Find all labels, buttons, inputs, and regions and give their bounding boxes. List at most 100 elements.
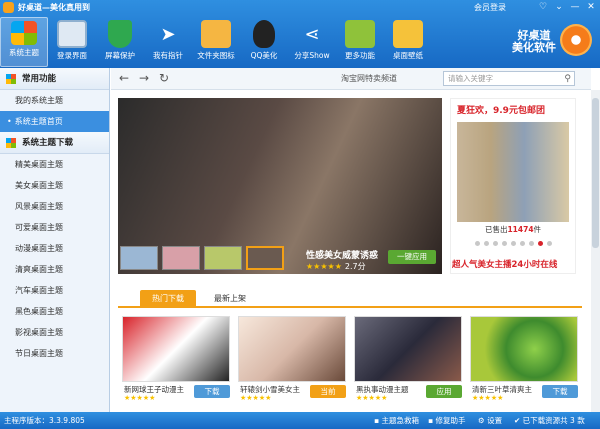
one-click-apply-button[interactable]: 一键应用 xyxy=(388,250,436,264)
sidebar-section-downloads[interactable]: 系统主题下载 xyxy=(0,132,109,154)
toolbar-cursor[interactable]: ➤ 我有指针 xyxy=(144,17,192,67)
tab-hot-downloads[interactable]: 热门下载 xyxy=(140,290,196,308)
featured-theme-banner[interactable]: 性感美女威蒙诱惑 ★★★★★ 2.7分 一键应用 xyxy=(118,98,442,274)
title-and-toolbar: 好桌道—美化真用到 会员登录 ♡ ⌄ — ✕ 系统主题 登录界面 屏幕保护 ➤ … xyxy=(0,0,600,68)
toolbar-qq-beautify[interactable]: QQ美化 xyxy=(240,17,288,67)
sidebar-item-my-themes[interactable]: 我的系统主题 xyxy=(0,90,109,111)
sidebar-item-category[interactable]: 可爱桌面主题 xyxy=(0,217,109,238)
scrollbar-thumb[interactable] xyxy=(592,98,599,248)
theme-card[interactable]: 新网球王子动漫主 ★★★★★ 下载 xyxy=(122,316,232,406)
toolbar-login-screen[interactable]: 登录界面 xyxy=(48,17,96,67)
toolbar-share-show[interactable]: ⋖ 分享Show xyxy=(288,17,336,67)
toolbar-more-functions[interactable]: 更多功能 xyxy=(336,17,384,67)
settings-label: 设置 xyxy=(487,416,503,425)
main-toolbar: 系统主题 登录界面 屏幕保护 ➤ 我有指针 文件夹图标 QQ美化 ⋖ 分享Sho… xyxy=(0,17,432,67)
theme-card[interactable]: 清新三叶草清爽主 ★★★★★ 下载 xyxy=(470,316,580,406)
carousel-dot-active[interactable] xyxy=(537,241,543,246)
promo-image[interactable] xyxy=(457,122,569,222)
back-icon[interactable]: ← xyxy=(119,71,129,85)
sold-suffix: 件 xyxy=(533,225,542,234)
banner-thumbnails xyxy=(120,246,284,270)
sidebar-item-category[interactable]: 节日桌面主题 xyxy=(0,343,109,364)
carousel-dot[interactable] xyxy=(501,241,507,246)
carousel-dot[interactable] xyxy=(510,241,516,246)
theme-thumbnail[interactable] xyxy=(122,316,230,382)
qq-penguin-icon xyxy=(253,20,275,48)
download-info: ✔ 已下载资源共 3 款 xyxy=(514,416,585,425)
forward-icon[interactable]: → xyxy=(139,71,149,85)
brand-logo-icon xyxy=(560,24,592,56)
toolbar-wallpaper[interactable]: 桌面壁纸 xyxy=(384,17,432,67)
status-bar: 主程序版本：3.3.9.805 ▪ 主题急救箱 ▪ 修复助手 ⚙ 设置 ✔ 已下… xyxy=(0,412,600,429)
window-controls: ♡ ⌄ — ✕ xyxy=(536,1,598,13)
sidebar-item-category[interactable]: 美女桌面主题 xyxy=(0,175,109,196)
shield-icon xyxy=(108,20,132,48)
banner-thumbnail[interactable] xyxy=(120,246,158,270)
browser-nav-bar: ← → ↻ 淘宝网特卖频道 请输入关键字 ⚲ xyxy=(111,68,591,90)
theme-card[interactable]: 轩辕剑小雪美女主 ★★★★★ 当前 xyxy=(238,316,348,406)
toolbar-system-theme[interactable]: 系统主题 xyxy=(0,17,48,67)
toolbar-screensaver[interactable]: 屏幕保护 xyxy=(96,17,144,67)
share-icon: ⋖ xyxy=(304,23,320,45)
theme-thumbnail[interactable] xyxy=(238,316,346,382)
banner-thumbnail[interactable] xyxy=(204,246,242,270)
sidebar-item-theme-home[interactable]: 系统主题首页 xyxy=(0,111,109,132)
sidebar-item-category[interactable]: 精美桌面主题 xyxy=(0,154,109,175)
theme-meta: 黑执事动漫主题 ★★★★★ 应用 xyxy=(354,382,464,404)
sidebar-item-category[interactable]: 动漫桌面主题 xyxy=(0,238,109,259)
section-title: 常用功能 xyxy=(22,74,57,84)
toolbar-folder-icon[interactable]: 文件夹图标 xyxy=(192,17,240,67)
promo-footer-link[interactable]: 超人气美女主播24小时在线 xyxy=(452,258,557,270)
close-icon[interactable]: ✕ xyxy=(584,1,598,13)
title-bar: 好桌道—美化真用到 会员登录 ♡ ⌄ — ✕ xyxy=(0,0,600,16)
theme-card[interactable]: 黑执事动漫主题 ★★★★★ 应用 xyxy=(354,316,464,406)
star-rating-icon: ★★★★★ xyxy=(472,394,504,402)
toolbar-label: 我有指针 xyxy=(153,51,183,60)
sidebar-section-common[interactable]: 常用功能 xyxy=(0,68,109,90)
skin-icon[interactable]: ♡ xyxy=(536,1,550,13)
sidebar-item-category[interactable]: 影视桌面主题 xyxy=(0,322,109,343)
sidebar-item-category[interactable]: 风景桌面主题 xyxy=(0,196,109,217)
first-aid-label: 主题急救箱 xyxy=(381,416,419,425)
theme-meta: 新网球王子动漫主 ★★★★★ 下载 xyxy=(122,382,232,404)
apply-button[interactable]: 应用 xyxy=(426,385,462,398)
minimize-icon[interactable]: — xyxy=(568,1,582,13)
theme-thumbnail[interactable] xyxy=(354,316,462,382)
sidebar: 常用功能 我的系统主题 系统主题首页 系统主题下载 精美桌面主题 美女桌面主题 … xyxy=(0,68,110,412)
member-login-link[interactable]: 会员登录 xyxy=(474,2,506,13)
banner-thumbnail-selected[interactable] xyxy=(246,246,284,270)
theme-thumbnail[interactable] xyxy=(470,316,578,382)
theme-meta: 轩辕剑小雪美女主 ★★★★★ 当前 xyxy=(238,382,348,404)
menu-icon[interactable]: ⌄ xyxy=(552,1,566,13)
search-icon[interactable]: ⚲ xyxy=(564,73,571,86)
carousel-dot[interactable] xyxy=(483,241,489,246)
repair-link[interactable]: ▪ 修复助手 xyxy=(428,412,465,429)
carousel-dot[interactable] xyxy=(519,241,525,246)
sidebar-item-category[interactable]: 汽车桌面主题 xyxy=(0,280,109,301)
window-title: 好桌道—美化真用到 xyxy=(18,3,90,12)
banner-thumbnail[interactable] xyxy=(162,246,200,270)
download-button[interactable]: 下载 xyxy=(194,385,230,398)
carousel-dot[interactable] xyxy=(474,241,480,246)
carousel-dot[interactable] xyxy=(528,241,534,246)
carousel-dot[interactable] xyxy=(492,241,498,246)
vertical-scrollbar[interactable] xyxy=(591,90,600,412)
carousel-dot[interactable] xyxy=(546,241,552,246)
windows-logo-icon xyxy=(6,138,16,148)
sidebar-item-category[interactable]: 黑色桌面主题 xyxy=(0,301,109,322)
star-rating-icon: ★★★★★ xyxy=(240,394,272,402)
tab-newest[interactable]: 最新上架 xyxy=(202,290,258,308)
current-theme-button[interactable]: 当前 xyxy=(310,385,346,398)
brand-line2: 美化软件 xyxy=(512,41,556,54)
download-button[interactable]: 下载 xyxy=(542,385,578,398)
sidebar-item-category[interactable]: 清爽桌面主题 xyxy=(0,259,109,280)
refresh-icon[interactable]: ↻ xyxy=(159,71,169,85)
promo-ad[interactable]: 夏狂欢，9.9元包邮团 已售出11474件 xyxy=(450,98,576,274)
sold-count: 11474 xyxy=(507,225,534,234)
search-input[interactable]: 请输入关键字 ⚲ xyxy=(443,71,575,86)
first-aid-link[interactable]: ▪ 主题急救箱 xyxy=(374,412,419,429)
settings-link[interactable]: ⚙ 设置 xyxy=(478,412,502,429)
banner-score: 2.7分 xyxy=(344,262,366,271)
folder-icon xyxy=(201,20,231,48)
toolbar-label: 文件夹图标 xyxy=(197,51,235,60)
